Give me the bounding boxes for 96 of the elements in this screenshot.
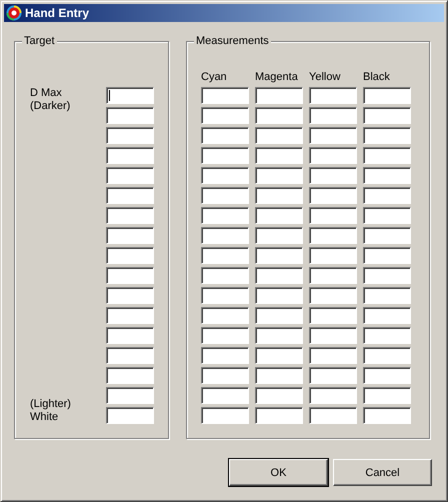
input-field[interactable] [201, 287, 249, 304]
input-field[interactable] [363, 247, 411, 264]
input-field[interactable] [309, 287, 357, 304]
input-field[interactable] [309, 267, 357, 284]
input-field[interactable] [201, 227, 249, 244]
input-field[interactable] [309, 147, 357, 164]
input-field[interactable] [363, 127, 411, 144]
input-field[interactable] [309, 367, 357, 384]
input-field[interactable] [106, 187, 154, 204]
input-field[interactable] [363, 147, 411, 164]
input-field[interactable] [309, 407, 357, 424]
input-field[interactable] [309, 167, 357, 184]
row-label: (Lighter) White [30, 398, 72, 424]
input-field[interactable] [201, 407, 249, 424]
input-field[interactable] [106, 207, 154, 224]
input-field[interactable] [201, 147, 249, 164]
input-field[interactable] [106, 107, 154, 124]
input-field[interactable] [363, 327, 411, 344]
input-field[interactable] [106, 307, 154, 324]
input-field[interactable] [106, 147, 154, 164]
ok-button[interactable]: OK [229, 459, 328, 486]
input-field[interactable] [309, 247, 357, 264]
input-field[interactable] [201, 327, 249, 344]
input-field[interactable] [201, 307, 249, 324]
input-field[interactable] [309, 327, 357, 344]
input-field[interactable] [255, 187, 303, 204]
input-field[interactable] [201, 187, 249, 204]
input-field[interactable] [255, 167, 303, 184]
input-field[interactable] [201, 367, 249, 384]
input-field[interactable] [106, 387, 154, 404]
input-field[interactable] [309, 107, 357, 124]
input-field[interactable] [106, 407, 154, 424]
input-field[interactable] [106, 267, 154, 284]
input-field[interactable] [106, 247, 154, 264]
input-field[interactable] [363, 347, 411, 364]
app-icon [6, 5, 22, 21]
input-field[interactable] [363, 407, 411, 424]
input-field[interactable] [363, 287, 411, 304]
input-field[interactable] [255, 347, 303, 364]
input-field[interactable] [363, 107, 411, 124]
input-field[interactable] [201, 267, 249, 284]
input-field[interactable] [255, 147, 303, 164]
group-title: Target [22, 35, 57, 48]
input-field[interactable] [363, 307, 411, 324]
input-field[interactable] [255, 387, 303, 404]
input-field[interactable] [106, 327, 154, 344]
input-field[interactable] [363, 187, 411, 204]
input-field[interactable] [363, 207, 411, 224]
input-field[interactable] [201, 107, 249, 124]
input-field[interactable] [255, 327, 303, 344]
input-field[interactable] [255, 207, 303, 224]
input-field[interactable] [201, 387, 249, 404]
input-field[interactable] [106, 367, 154, 384]
input-field[interactable] [201, 87, 249, 104]
row-label: D Max (Darker) [30, 87, 72, 113]
input-field[interactable] [106, 287, 154, 304]
input-field[interactable] [309, 347, 357, 364]
input-field[interactable] [255, 287, 303, 304]
input-field[interactable] [106, 347, 154, 364]
input-field[interactable] [363, 267, 411, 284]
input-field[interactable] [201, 247, 249, 264]
column-header: Magenta [255, 71, 299, 84]
input-field[interactable] [201, 207, 249, 224]
input-field[interactable] [363, 367, 411, 384]
input-field[interactable] [106, 167, 154, 184]
input-field[interactable] [255, 307, 303, 324]
input-field[interactable] [363, 87, 411, 104]
input-field[interactable] [255, 407, 303, 424]
input-field[interactable] [309, 127, 357, 144]
column-header: Cyan [201, 71, 228, 84]
input-field[interactable] [363, 227, 411, 244]
input-field[interactable] [255, 227, 303, 244]
input-field[interactable] [309, 187, 357, 204]
input-field[interactable] [363, 167, 411, 184]
input-field[interactable] [201, 127, 249, 144]
input-field[interactable] [309, 227, 357, 244]
input-field[interactable] [255, 267, 303, 284]
input-field[interactable] [201, 167, 249, 184]
input-field[interactable] [255, 367, 303, 384]
input-field[interactable] [309, 87, 357, 104]
input-field[interactable] [255, 107, 303, 124]
input-field[interactable] [309, 307, 357, 324]
input-field[interactable] [106, 127, 154, 144]
cancel-button[interactable]: Cancel [333, 459, 432, 486]
input-field[interactable] [309, 207, 357, 224]
input-field[interactable] [255, 127, 303, 144]
input-field[interactable] [106, 227, 154, 244]
input-field[interactable] [201, 347, 249, 364]
column-header: Yellow [309, 71, 342, 84]
column-header: Black [363, 71, 391, 84]
input-field[interactable] [363, 387, 411, 404]
input-field[interactable] [255, 247, 303, 264]
window-title: Hand Entry [25, 6, 90, 20]
input-field[interactable] [106, 87, 154, 104]
input-field[interactable] [255, 87, 303, 104]
input-field[interactable] [309, 387, 357, 404]
